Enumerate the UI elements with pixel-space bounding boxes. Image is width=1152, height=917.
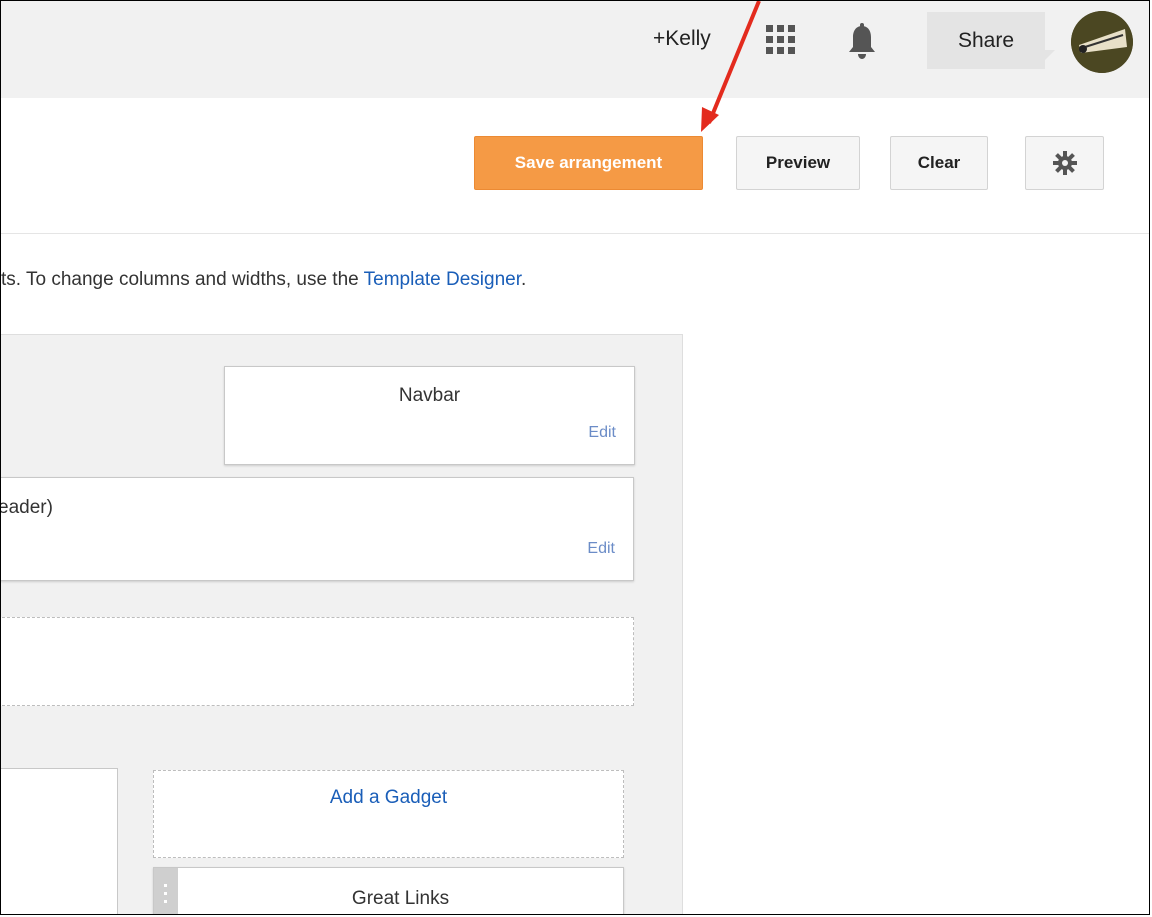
gadget-title: Navbar bbox=[398, 385, 461, 406]
layout-canvas: Navbar Edit eader) Edit Add a Gadget Gre… bbox=[0, 334, 683, 914]
gear-icon bbox=[1052, 151, 1077, 175]
share-button[interactable]: Share bbox=[927, 12, 1055, 69]
empty-drop-zone[interactable] bbox=[1, 617, 634, 706]
header-gadget[interactable]: eader) Edit bbox=[0, 477, 634, 581]
avatar-image bbox=[1071, 11, 1133, 73]
gadget-title: Great Links bbox=[351, 888, 450, 909]
instruction-trailing: . bbox=[521, 269, 527, 290]
clear-button[interactable]: Clear bbox=[890, 136, 988, 190]
browser-viewport: +Kelly Share Save arrangement Preview Cl… bbox=[0, 0, 1150, 915]
layout-instruction: ts. To change columns and widths, use th… bbox=[1, 269, 526, 291]
navbar-gadget[interactable]: Navbar Edit bbox=[224, 366, 635, 465]
great-links-gadget[interactable]: Great Links bbox=[153, 867, 624, 914]
apps-grid-icon[interactable] bbox=[766, 25, 796, 55]
profile-avatar[interactable] bbox=[1071, 11, 1133, 73]
preview-button[interactable]: Preview bbox=[736, 136, 860, 190]
template-designer-link[interactable]: Template Designer bbox=[364, 269, 521, 290]
add-gadget-link[interactable]: Add a Gadget bbox=[154, 787, 623, 809]
gadget-title: eader) bbox=[0, 497, 53, 518]
instruction-text: ts. To change columns and widths, use th… bbox=[1, 269, 364, 290]
settings-button[interactable] bbox=[1025, 136, 1104, 190]
account-name-link[interactable]: +Kelly bbox=[653, 27, 711, 51]
header-edit-link[interactable]: Edit bbox=[587, 540, 615, 558]
layout-toolbar: Save arrangement Preview Clear bbox=[1, 98, 1149, 234]
navbar-edit-link[interactable]: Edit bbox=[588, 424, 616, 442]
save-arrangement-button[interactable]: Save arrangement bbox=[474, 136, 703, 190]
google-top-bar: +Kelly Share bbox=[1, 1, 1149, 98]
add-gadget-zone[interactable]: Add a Gadget bbox=[153, 770, 624, 858]
bell-icon[interactable] bbox=[847, 23, 877, 61]
main-column-gadget[interactable] bbox=[1, 768, 118, 914]
